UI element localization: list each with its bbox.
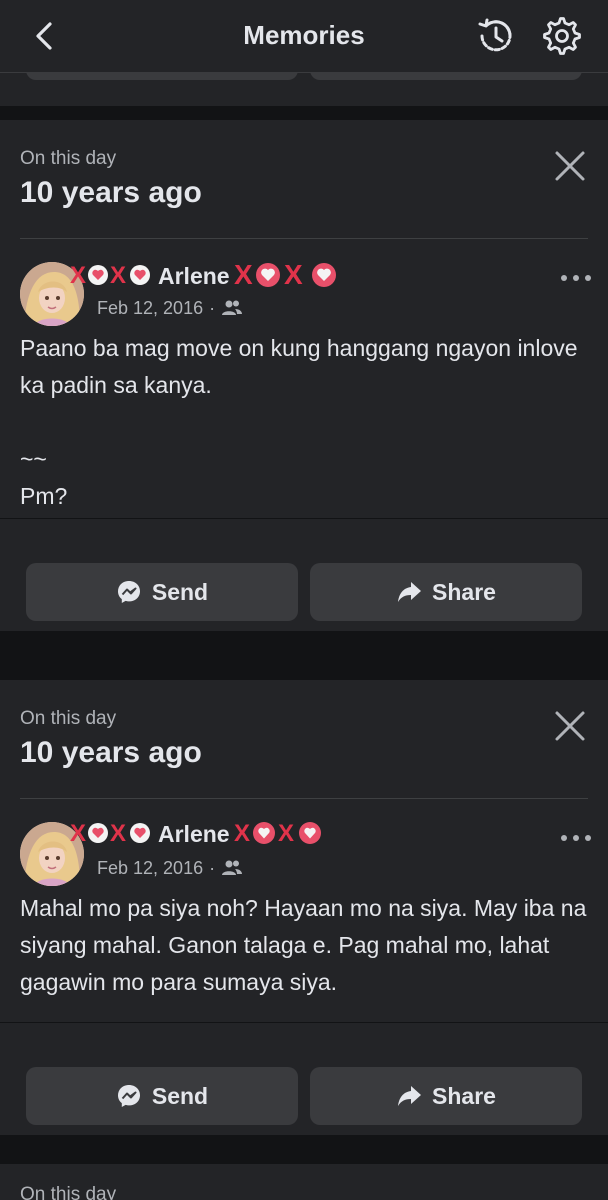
friends-icon	[221, 299, 243, 322]
svg-text:X: X	[234, 260, 253, 290]
top-bar: Memories	[0, 0, 608, 73]
author-name[interactable]: Arlene	[158, 263, 230, 289]
previous-send-button[interactable]	[26, 72, 298, 80]
svg-text:X: X	[234, 820, 250, 846]
dismiss-button[interactable]	[548, 704, 592, 748]
divider	[20, 238, 588, 239]
years-ago-heading: 10 years ago	[20, 176, 202, 209]
on-this-day-label: On this day	[20, 708, 117, 729]
close-icon	[555, 711, 585, 741]
share-button[interactable]: Share	[310, 563, 582, 621]
messenger-icon	[117, 1085, 140, 1107]
share-icon	[398, 1086, 422, 1106]
svg-text:X: X	[284, 260, 303, 290]
on-this-day-label: On this day	[20, 148, 117, 169]
post-header: X X Arlene X X Feb 12, 2016 ·	[0, 800, 608, 886]
post-header: X X Arlene X X Feb 12, 2016 ·	[0, 240, 608, 326]
post-date[interactable]: Feb 12, 2016	[97, 298, 203, 318]
post-author[interactable]: X X Arlene X X	[68, 820, 332, 852]
send-label: Send	[151, 1082, 209, 1109]
svg-text:X: X	[278, 820, 294, 846]
more-icon	[561, 835, 591, 841]
xoxo-sticker: X X	[68, 820, 154, 852]
gear-icon	[543, 17, 581, 55]
share-label: Share	[432, 578, 496, 605]
friends-icon	[221, 859, 243, 882]
more-icon	[561, 275, 591, 281]
svg-text:X: X	[70, 262, 86, 288]
xoxo-sticker: X X	[68, 262, 154, 294]
divider	[20, 798, 588, 799]
more-options-button[interactable]	[556, 826, 596, 850]
post-author[interactable]: X X Arlene X X	[68, 259, 342, 296]
share-icon	[398, 582, 422, 602]
author-name[interactable]: Arlene	[158, 821, 230, 847]
messenger-icon	[117, 581, 140, 603]
previous-card-peek	[0, 72, 608, 106]
meta-separator: ·	[209, 298, 216, 318]
share-button[interactable]: Share	[310, 1067, 582, 1125]
post-meta: Feb 12, 2016 ·	[97, 858, 243, 882]
post-text: Paano ba mag move on kung hanggang ngayo…	[20, 335, 578, 509]
svg-text:X: X	[110, 262, 126, 288]
close-icon	[555, 151, 585, 181]
dismiss-button[interactable]	[548, 144, 592, 188]
send-button[interactable]: Send	[26, 1067, 298, 1125]
svg-text:X: X	[110, 820, 126, 846]
chevron-left-icon	[36, 22, 52, 50]
post-text: Mahal mo pa siya noh? Hayaan mo na siya.…	[20, 895, 587, 995]
history-icon	[478, 18, 512, 52]
years-ago-heading: 10 years ago	[20, 736, 202, 769]
svg-text:X: X	[70, 820, 86, 846]
post-actions: Send Share	[0, 519, 608, 631]
back-button[interactable]	[28, 18, 64, 54]
memory-card: On this day 10 years ago X X Arlene X X …	[0, 120, 608, 631]
previous-share-button[interactable]	[310, 72, 582, 80]
xoxo-sticker: X X	[232, 820, 332, 852]
next-card-peek: On this day	[0, 1164, 608, 1200]
memory-card-header: On this day 10 years ago	[0, 680, 608, 800]
send-button[interactable]: Send	[26, 563, 298, 621]
meta-separator: ·	[209, 858, 216, 878]
share-label: Share	[432, 1082, 496, 1109]
on-this-day-label: On this day	[20, 1184, 117, 1200]
post-meta: Feb 12, 2016 ·	[97, 298, 243, 322]
memory-card-header: On this day 10 years ago	[0, 120, 608, 240]
post-actions: Send Share	[0, 1023, 608, 1135]
settings-button[interactable]	[540, 14, 584, 58]
send-label: Send	[151, 578, 209, 605]
xoxo-sticker: X X	[232, 259, 342, 296]
history-button[interactable]	[474, 14, 518, 58]
memory-card: On this day 10 years ago X X Arlene X X …	[0, 680, 608, 1135]
more-options-button[interactable]	[556, 266, 596, 290]
post-date[interactable]: Feb 12, 2016	[97, 858, 203, 878]
